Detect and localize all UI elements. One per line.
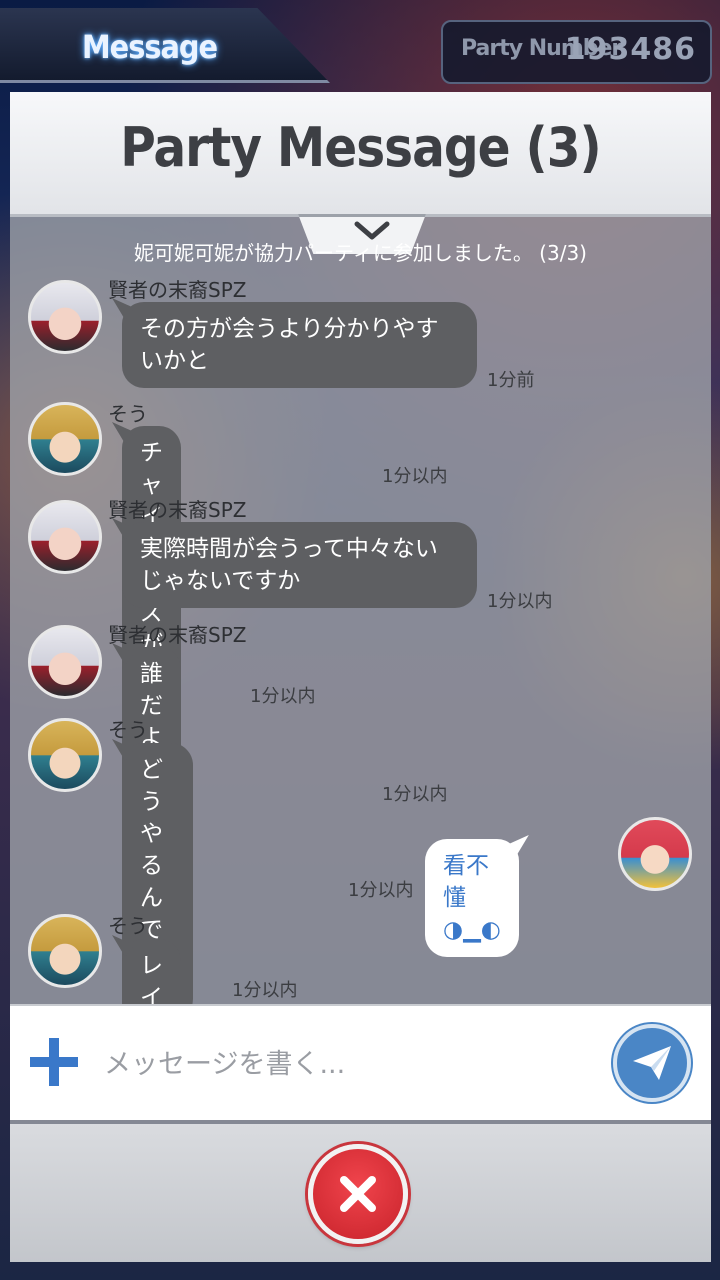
- message-bubble: 実際時間が会うって中々ない じゃないですか: [122, 522, 477, 608]
- paper-plane-icon: [633, 1046, 671, 1080]
- avatar-silver-hair[interactable]: [28, 500, 102, 574]
- panel-footer: [10, 1124, 711, 1262]
- panel-title: Party Message (3): [120, 116, 601, 179]
- sender-name: 賢者の末裔SPZ: [108, 498, 247, 522]
- sender-name: 賢者の末裔SPZ: [108, 278, 247, 302]
- message-tab[interactable]: Message: [0, 8, 330, 83]
- avatar-silver-hair[interactable]: [28, 280, 102, 354]
- sender-name: そう: [108, 402, 148, 426]
- top-bar: Message Party Number 193486: [0, 0, 720, 86]
- avatar-blonde-hair[interactable]: [28, 718, 102, 792]
- message-line: その方が会うより分かりやす: [140, 316, 439, 342]
- message-time: 1分以内: [487, 591, 553, 612]
- message-line: いかと: [140, 348, 209, 374]
- system-notice: 妮可妮可妮が協力パーティに参加しました。 (3/3): [134, 241, 587, 265]
- party-message-panel: Party Message (3) 妮可妮可妮が協力パーティに参加しました。 (…: [10, 92, 711, 1262]
- message-input-bar: [10, 1004, 711, 1120]
- message-time: 1分前: [487, 370, 535, 391]
- message-time: 1分以内: [348, 880, 414, 901]
- message-tab-label: Message: [82, 28, 218, 66]
- message-line: じゃないですか: [140, 568, 301, 594]
- message-time: 1分以内: [250, 686, 316, 707]
- message-time: 1分以内: [232, 980, 298, 1001]
- message-input[interactable]: [102, 1036, 596, 1092]
- message-bubble: その方が会うより分かりやす いかと: [122, 302, 477, 388]
- sender-name: そう: [108, 914, 148, 938]
- avatar-blonde-hair[interactable]: [28, 402, 102, 476]
- close-button[interactable]: [308, 1144, 408, 1244]
- party-number-box: Party Number 193486: [441, 20, 712, 84]
- panel-header: Party Message (3): [10, 92, 711, 217]
- plus-icon[interactable]: [28, 1036, 80, 1088]
- sender-name: そう: [108, 718, 148, 742]
- avatar-blonde-hair[interactable]: [28, 914, 102, 988]
- message-time: 1分以内: [382, 784, 448, 805]
- message-line: 実際時間が会うって中々ない: [140, 536, 438, 562]
- send-button[interactable]: [613, 1024, 691, 1102]
- avatar-red-hair[interactable]: [618, 817, 692, 891]
- message-time: 1分以内: [382, 466, 448, 487]
- sender-name: 賢者の末裔SPZ: [108, 623, 247, 647]
- party-number-value: 193486: [564, 32, 696, 67]
- message-bubble-mine: 看不懂◑▁◐: [425, 839, 519, 957]
- avatar-silver-hair[interactable]: [28, 625, 102, 699]
- message-line: 看不懂◑▁◐: [443, 853, 501, 943]
- close-icon: [340, 1176, 376, 1212]
